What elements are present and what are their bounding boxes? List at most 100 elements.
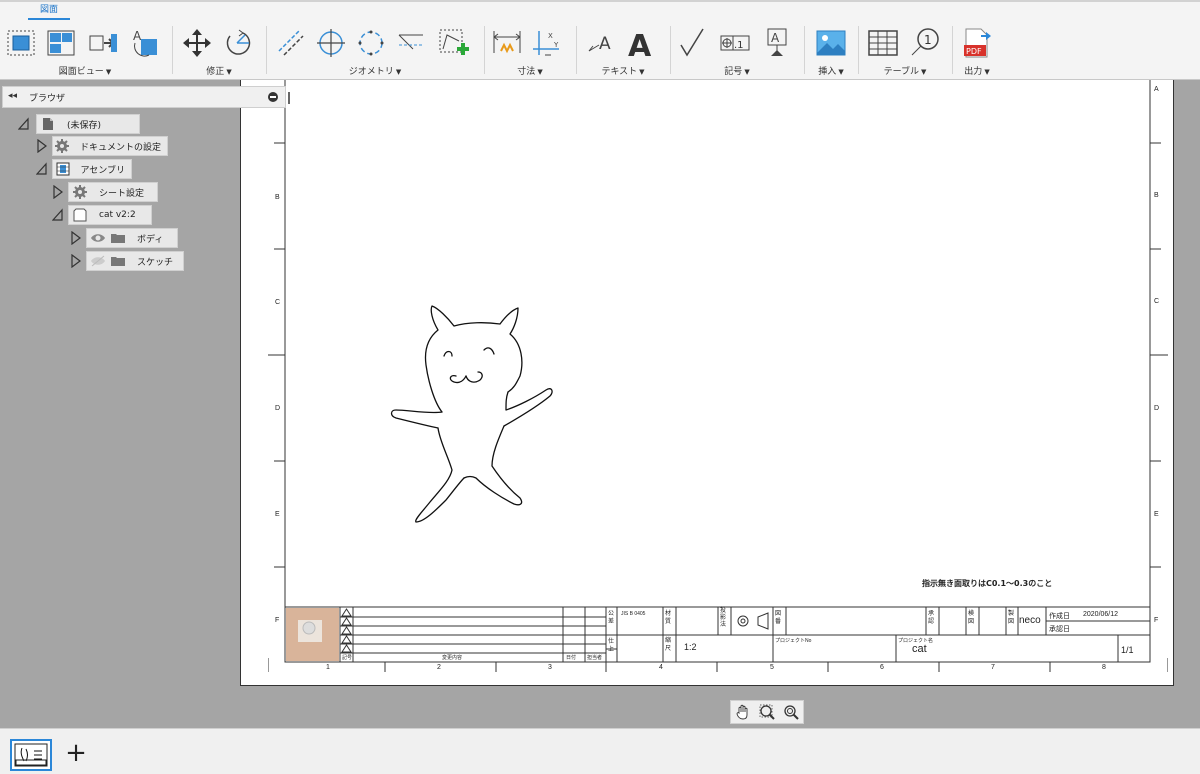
- centerline-button[interactable]: [274, 26, 308, 60]
- browser-panel: ◂◂ ブラウザ (未保存) ドキュメントの設定 アセンブリ シート設定 cat …: [0, 84, 290, 284]
- section-view-button[interactable]: [86, 26, 120, 60]
- projected-view-icon: [47, 30, 75, 56]
- datum-identifier-icon: A: [767, 28, 787, 56]
- group-label-symbol[interactable]: 記号 ▼: [674, 64, 800, 77]
- group-divider: [576, 26, 577, 74]
- table-button[interactable]: [866, 26, 900, 60]
- node-box[interactable]: スケッチ: [86, 251, 184, 271]
- created-date[interactable]: 2020/06/12: [1083, 611, 1118, 618]
- group-divider: [266, 26, 267, 74]
- resize-grip-icon[interactable]: [288, 92, 290, 104]
- insert-image-button[interactable]: [814, 26, 848, 60]
- group-label-modify[interactable]: 修正 ▼: [176, 64, 262, 77]
- zoom-fit-icon[interactable]: [781, 702, 801, 722]
- expanded-arrow-icon[interactable]: [36, 162, 48, 176]
- group-symbol: .1 A 記号 ▼: [674, 22, 800, 80]
- group-modify: 修正 ▼: [176, 22, 262, 80]
- balloon-button[interactable]: 1: [908, 26, 942, 60]
- output-pdf-button[interactable]: PDF: [960, 26, 994, 60]
- zoom-window-icon[interactable]: [757, 702, 777, 722]
- zone-label-col-6: 6: [880, 664, 884, 671]
- node-box[interactable]: アセンブリ: [52, 159, 132, 179]
- collapsed-arrow-icon[interactable]: [70, 231, 82, 245]
- collapsed-arrow-icon[interactable]: [52, 185, 64, 199]
- base-view-icon: [7, 30, 35, 56]
- expanded-arrow-icon[interactable]: [18, 117, 30, 131]
- browser-title: ブラウザ: [29, 94, 66, 104]
- node-box[interactable]: ボディ: [86, 228, 178, 248]
- rotate-button[interactable]: [220, 26, 254, 60]
- ordinate-dimension-button[interactable]: XY: [530, 26, 564, 60]
- group-label-text[interactable]: テキスト ▼: [580, 64, 666, 77]
- group-label-insert[interactable]: 挿入 ▼: [808, 64, 854, 77]
- group-label-geometry[interactable]: ジオメトリ ▼: [270, 64, 480, 77]
- project-name[interactable]: cat: [912, 643, 927, 655]
- node-box[interactable]: シート設定: [68, 182, 158, 202]
- section-view-icon: [89, 34, 117, 52]
- node-box[interactable]: (未保存): [36, 114, 140, 134]
- node-box[interactable]: ドキュメントの設定: [52, 136, 168, 156]
- scale-label: 縮尺: [665, 638, 672, 652]
- center-pattern-button[interactable]: [354, 26, 388, 60]
- edge-extension-icon: [398, 34, 423, 50]
- group-insert: 挿入 ▼: [808, 22, 854, 80]
- projected-view-button[interactable]: [44, 26, 78, 60]
- projection-label: 投影法: [720, 608, 727, 628]
- svg-text:Y: Y: [553, 41, 559, 49]
- pan-hand-icon[interactable]: [733, 702, 753, 722]
- dimension-icon: [493, 31, 521, 54]
- drafter-name[interactable]: neco: [1019, 615, 1041, 626]
- datum-identifier-button[interactable]: A: [760, 26, 794, 60]
- sheet-thumbnail-icon: [14, 743, 48, 767]
- drawing-sheet[interactable]: B C D E F A B C D E F 1 2 3 4 5 6 7 8 指示…: [268, 80, 1168, 672]
- sheet-tab-thumbnail[interactable]: [10, 739, 52, 771]
- collapsed-arrow-icon[interactable]: [36, 139, 48, 153]
- group-label-output[interactable]: 出力 ▼: [956, 64, 998, 77]
- node-box[interactable]: cat v2:2: [68, 205, 152, 225]
- browser-header: ◂◂ ブラウザ: [2, 86, 290, 108]
- add-sheet-button[interactable]: +: [62, 739, 90, 767]
- navigation-bar: [730, 700, 804, 724]
- group-label-drawing-view[interactable]: 図面ビュー ▼: [2, 64, 168, 77]
- group-text: A A テキスト ▼: [580, 22, 666, 80]
- feature-control-frame-button[interactable]: .1: [718, 26, 752, 60]
- eye-visible-icon[interactable]: [89, 230, 107, 246]
- tab-drawing[interactable]: 図面: [28, 4, 70, 20]
- base-view-button[interactable]: [4, 26, 38, 60]
- check-label: 検図: [968, 611, 975, 625]
- folder-icon: [109, 230, 127, 246]
- leader-text-button[interactable]: A: [584, 26, 618, 60]
- dimension-button[interactable]: [490, 26, 524, 60]
- zone-label-right-d: D: [1154, 405, 1160, 412]
- scale-value[interactable]: 1:2: [684, 642, 697, 652]
- approved-date-label: 承認日: [1049, 626, 1070, 633]
- pdf-icon: PDF: [964, 28, 991, 58]
- general-note[interactable]: 指示無き面取りはC0.1～0.3のこと: [922, 578, 1052, 589]
- group-output: PDF 出力 ▼: [956, 22, 998, 80]
- text-button[interactable]: A: [624, 26, 658, 60]
- detail-view-button[interactable]: A: [128, 26, 162, 60]
- collapse-icon[interactable]: ◂◂: [8, 91, 17, 101]
- zone-label-col-8: 8: [1102, 664, 1106, 671]
- minimize-icon[interactable]: [268, 92, 278, 102]
- move-arrows-icon: [183, 29, 211, 57]
- expanded-arrow-icon[interactable]: [52, 208, 64, 222]
- zone-label-right-e: E: [1154, 511, 1159, 518]
- zone-label-right-a: A: [1154, 86, 1159, 93]
- material-label: 材質: [665, 611, 672, 625]
- fillet-sketch-button[interactable]: [436, 26, 470, 60]
- edge-extension-button[interactable]: [394, 26, 428, 60]
- surface-texture-button[interactable]: [676, 26, 710, 60]
- group-divider: [484, 26, 485, 74]
- group-label-table[interactable]: テーブル ▼: [862, 64, 948, 77]
- collapsed-arrow-icon[interactable]: [70, 254, 82, 268]
- group-label-dimension[interactable]: 寸法 ▼: [488, 64, 572, 77]
- center-mark-button[interactable]: [314, 26, 348, 60]
- ribbon-toolbar: 図面 A 図面ビュー ▼ 修正 ▼ ジオメトリ ▼ X Y 寸法 ▼ A A テ…: [0, 0, 1200, 80]
- eye-hidden-icon[interactable]: [89, 253, 107, 269]
- node-label: ドキュメントの設定: [79, 142, 161, 153]
- approval-label: 承認: [928, 611, 935, 625]
- rev-person-label: 担当者: [587, 655, 603, 661]
- group-dimension: XY 寸法 ▼: [488, 22, 572, 80]
- move-button[interactable]: [180, 26, 214, 60]
